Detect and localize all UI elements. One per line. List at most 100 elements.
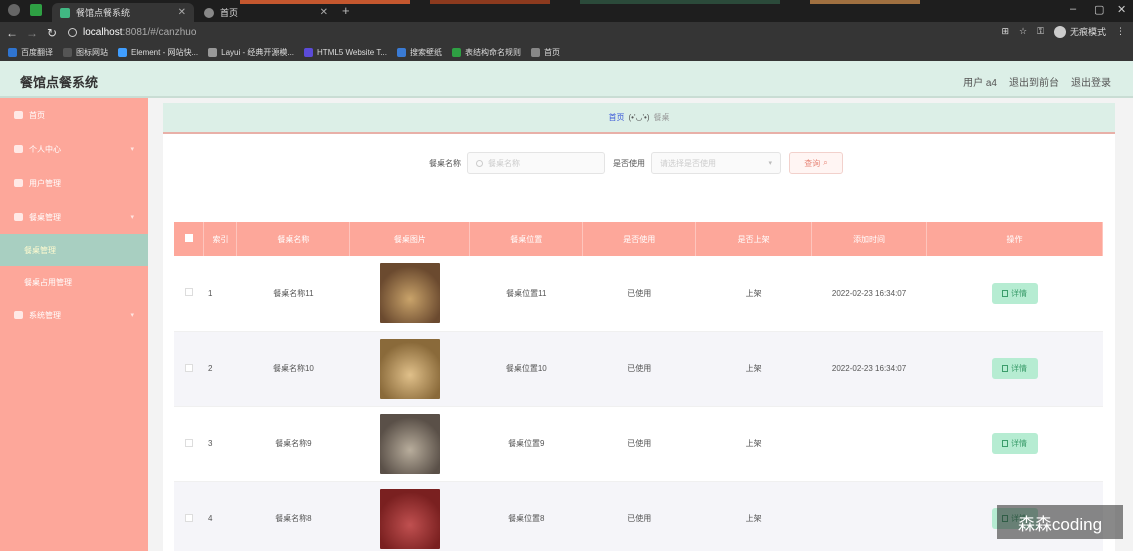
breadcrumb-home[interactable]: 首页 [609, 112, 625, 123]
detail-button[interactable]: 详情 [991, 358, 1038, 379]
forward-icon[interactable]: → [24, 26, 40, 40]
column-header[interactable]: 添加时间 [811, 222, 928, 256]
bookmark-icon [396, 47, 406, 57]
table-photo[interactable] [379, 413, 440, 474]
incognito-profile[interactable]: 无痕模式 [1053, 25, 1106, 38]
more-menu-icon[interactable]: ⋮ [1116, 26, 1125, 37]
content-card: 餐桌名称 餐桌名称 是否使用 请选择是否使用 ▾ 查询 ⌕ 索引 餐桌名称 餐桌… [163, 134, 1115, 551]
watermark: 森森coding [997, 505, 1123, 539]
sidebar-item[interactable]: 餐桌管理 [0, 234, 148, 266]
table-photo[interactable] [379, 338, 440, 399]
close-icon[interactable]: ✕ [320, 7, 328, 18]
sidebar-item[interactable]: 用户管理 [0, 166, 148, 200]
bookmark-label: 搜索壁纸 [409, 47, 442, 57]
bookmark-item[interactable]: 搜索壁纸 [396, 47, 442, 58]
url-path: :8081/#/canzhuo [122, 27, 197, 38]
bookmark-item[interactable]: HTML5 Website T... [304, 47, 387, 57]
row-checkbox[interactable] [184, 363, 193, 372]
back-to-front-link[interactable]: 退出到前台 [1009, 74, 1059, 89]
select-cell [174, 256, 204, 332]
bookmark-item[interactable]: 首页 [530, 47, 560, 58]
bookmark-item[interactable]: 表结构命名规则 [451, 47, 521, 58]
bookmark-item[interactable]: Element - 网站快... [118, 47, 198, 58]
translate-icon[interactable]: ⊞ [1002, 26, 1010, 37]
detail-button[interactable]: 详情 [991, 282, 1038, 304]
column-header[interactable]: 是否使用 [582, 222, 697, 256]
sidebar-item[interactable]: 系统管理 ▾ [0, 298, 148, 332]
name-cell: 餐桌名称9 [236, 406, 350, 482]
close-icon[interactable]: ✕ [178, 7, 186, 18]
pinned-tab-icon[interactable] [8, 4, 20, 16]
pinned-tab-icon[interactable] [30, 4, 42, 16]
table-photo[interactable] [379, 263, 440, 324]
reload-icon[interactable]: ↻ [44, 26, 60, 40]
sidebar-item-label: 系统管理 [29, 310, 61, 320]
select-all-cell [174, 222, 205, 256]
bookmark-item[interactable]: Layui - 经典开源模... [208, 47, 294, 58]
sidebar: 首页 个人中心 ▾ 用户管理餐桌管理 ▾ 餐桌管理 餐桌占用管理 系统管理 ▾ [0, 98, 148, 551]
select-cell [174, 406, 204, 482]
app-header: 餐馆点餐系统 用户 a4 退出到前台 退出登录 [0, 61, 1133, 98]
name-search-input[interactable]: 餐桌名称 [467, 152, 605, 174]
back-icon[interactable]: ← [4, 26, 20, 40]
menu-icon [14, 213, 23, 221]
detail-label: 详情 [1011, 439, 1028, 448]
column-header[interactable]: 餐桌图片 [349, 222, 471, 256]
new-tab-button[interactable]: + [342, 3, 350, 18]
use-label: 是否使用 [613, 158, 645, 168]
maximize-icon[interactable]: ▢ [1094, 3, 1104, 16]
search-icon: ⌕ [823, 158, 828, 167]
sidebar-item-label: 用户管理 [29, 178, 61, 188]
bookmark-item[interactable]: 百度翻译 [8, 47, 53, 58]
use-select[interactable]: 请选择是否使用 ▾ [651, 152, 781, 174]
time-cell: 2022-02-23 16:34:07 [811, 256, 927, 332]
star-icon[interactable]: ☆ [1019, 26, 1027, 37]
sidebar-item[interactable]: 餐桌管理 ▾ [0, 200, 148, 234]
index-cell: 4 [203, 481, 237, 551]
bookmark-item[interactable]: 图标网站 [63, 47, 108, 58]
sidebar-item[interactable]: 个人中心 ▾ [0, 132, 148, 166]
table-row[interactable]: 1 餐桌名称11 餐桌位置11 已使用 上架 2022-02-23 16:34:07 详情 [174, 256, 1103, 332]
bookmark-icon [530, 47, 540, 57]
close-window-icon[interactable]: ✕ [1117, 3, 1126, 16]
query-label: 查询 [804, 158, 821, 168]
table-row[interactable]: 4餐桌名称8餐桌位置8已使用上架详情 [174, 481, 1103, 551]
document-icon [1002, 289, 1009, 297]
tab-active[interactable]: 餐馆点餐系统 ✕ [52, 3, 194, 22]
tab-home[interactable]: 首页 ✕ [196, 3, 336, 22]
table-row[interactable]: 3 餐桌名称9 餐桌位置9 已使用 上架 详情 [174, 406, 1103, 482]
index-cell: 2 [203, 331, 237, 407]
sidebar-item[interactable]: 餐桌占用管理 [0, 266, 148, 298]
listed-cell: 上架 [695, 406, 812, 482]
column-header[interactable]: 餐桌位置 [469, 222, 584, 256]
bookmark-icon [208, 47, 218, 57]
query-button[interactable]: 查询 ⌕ [789, 152, 843, 174]
select-all-checkbox[interactable] [184, 234, 193, 242]
column-header[interactable]: 是否上架 [695, 222, 813, 256]
bookmark-label: 百度翻译 [21, 47, 53, 57]
url-field[interactable]: localhost :8081/#/canzhuo [68, 27, 196, 38]
globe-icon [204, 7, 214, 18]
detail-button[interactable]: 详情 [991, 433, 1038, 454]
bookmark-label: HTML5 Website T... [317, 47, 387, 57]
minimize-icon[interactable]: – [1070, 3, 1076, 15]
sidebar-item[interactable]: 首页 [0, 98, 148, 132]
row-checkbox[interactable] [184, 438, 193, 447]
name-cell: 餐桌名称8 [236, 481, 350, 551]
photo-cell [349, 331, 470, 407]
address-bar: ← → ↻ localhost :8081/#/canzhuo ⊞ ☆ ⚿ 无痕… [0, 22, 1133, 43]
search-icon [476, 159, 483, 167]
info-icon[interactable] [68, 28, 77, 37]
used-cell: 已使用 [582, 331, 696, 407]
bookmark-label: 图标网站 [76, 47, 108, 57]
table-row[interactable]: 2 餐桌名称10 餐桌位置10 已使用 上架 2022-02-23 16:34:07 详情 [174, 331, 1103, 407]
row-checkbox[interactable] [184, 513, 193, 522]
sidebar-item-label: 个人中心 [29, 144, 61, 154]
table-photo[interactable] [379, 488, 440, 549]
row-checkbox[interactable] [184, 288, 193, 297]
key-icon[interactable]: ⚿ [1037, 26, 1044, 37]
logout-link[interactable]: 退出登录 [1071, 74, 1111, 89]
bookmark-icon [118, 47, 127, 57]
action-cell: 详情 [926, 256, 1103, 332]
column-header[interactable]: 餐桌名称 [236, 222, 351, 256]
